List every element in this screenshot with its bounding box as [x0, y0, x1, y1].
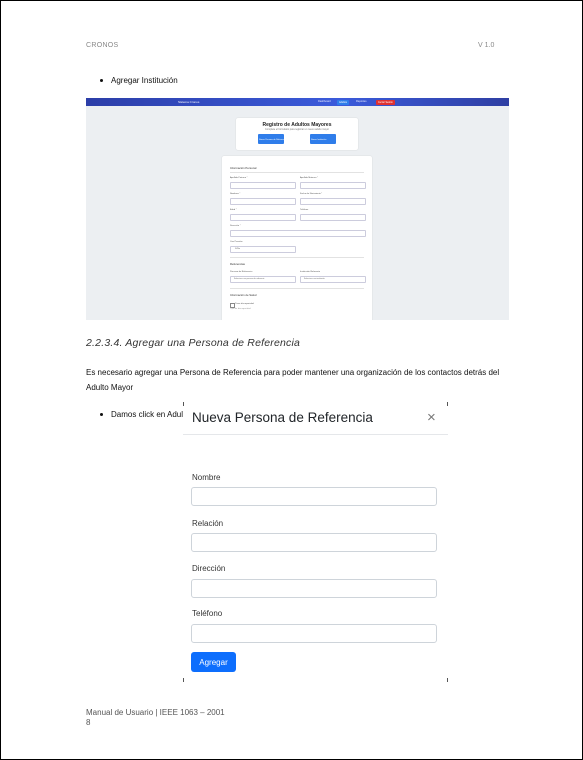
form-card: Información Personal Apellido Paterno * …: [222, 156, 372, 320]
telefono-label: Teléfono: [192, 609, 223, 618]
crop-mark: [183, 402, 184, 406]
nombre-input[interactable]: [191, 487, 437, 506]
body-paragraph: Es necesario agregar una Persona de Refe…: [86, 368, 500, 392]
card-subtitle: Complete el formulario para registrar un…: [265, 128, 329, 131]
field-label: Teléfono: [300, 209, 309, 211]
field-label: Apellido Paterno *: [230, 177, 248, 179]
nav-link-dashboard: Dashboard: [318, 100, 331, 103]
institution-select: Seleccione una institución: [300, 276, 366, 283]
bullet-item: Agregar Institución: [100, 76, 178, 85]
section-divider: [230, 288, 364, 289]
crop-mark: [447, 402, 448, 406]
section-personal: Información Personal: [230, 166, 257, 170]
field-input: [300, 214, 366, 221]
modal-screenshot: Nueva Persona de Referencia × Nombre Rel…: [183, 402, 448, 682]
bullet-text: Agregar Institución: [111, 76, 178, 85]
field-input: [230, 230, 366, 237]
navbar-brand: Sistema Cronos: [178, 100, 200, 104]
modal-title: Nueva Persona de Referencia: [192, 410, 373, 425]
section-divider: [230, 257, 364, 258]
field-input: [230, 182, 296, 189]
field-label: Fecha de Nacimiento *: [300, 193, 323, 195]
page-number: 8: [86, 718, 91, 727]
header-version: V 1.0: [478, 42, 495, 49]
header-card: Registro de Adultos Mayores Complete el …: [236, 118, 358, 150]
header-app-name: CRONOS: [86, 42, 119, 49]
bullet-dot-icon: [100, 413, 103, 417]
relacion-input[interactable]: [191, 533, 437, 552]
reference-select: Seleccione una persona de referencia: [230, 276, 296, 283]
new-reference-button-label: Nueva Persona de Referencia: [259, 139, 286, 141]
field-label: Persona de Referencia: [230, 271, 253, 273]
field-input: [230, 214, 296, 221]
field-input: [230, 198, 296, 205]
field-label: Apellido Materno *: [300, 177, 318, 179]
nav-link-adultos: Adultos: [337, 99, 349, 105]
new-reference-button: Nueva Persona de Referencia: [258, 134, 286, 144]
field-label: Dirección *: [230, 225, 241, 227]
institution-placeholder: Seleccione una institución: [304, 278, 325, 280]
direccion-input[interactable]: [191, 579, 437, 598]
field-label: Institución Referente: [300, 271, 321, 273]
field-input: [300, 182, 366, 189]
reference-placeholder: Seleccione una persona de referencia: [234, 278, 265, 280]
agregar-button[interactable]: Agregar: [191, 652, 236, 672]
field-label: Nombres *: [230, 193, 241, 195]
nav-link-reportes: Reportes: [356, 100, 367, 103]
bullet-dot-icon: [100, 79, 103, 83]
relacion-label: Relación: [192, 519, 224, 528]
close-icon[interactable]: ×: [427, 410, 436, 425]
field-label: Con Pensión: [230, 241, 243, 243]
logout-button: Cerrar Sesión: [376, 99, 395, 105]
crop-mark: [183, 678, 184, 682]
select-input: Sí/No: [230, 246, 296, 253]
crop-mark: [447, 678, 448, 682]
page-footer: Manual de Usuario | IEEE 1063 – 2001 8: [86, 708, 225, 728]
section-health: Información de Salud: [230, 293, 257, 297]
field-label: Edad *: [230, 209, 237, 211]
checkbox-label: Tiene discapacidad: [235, 303, 254, 305]
new-institution-button: Nueva Institución: [310, 134, 336, 144]
select-value: Sí/No: [235, 248, 241, 250]
new-institution-button-label: Nueva Institución: [311, 139, 327, 141]
telefono-input[interactable]: [191, 624, 437, 643]
nombre-label: Nombre: [192, 473, 221, 482]
help-text: Tipo de discapacidad: [230, 308, 251, 310]
modal-header-divider: [183, 434, 448, 435]
footer-text: Manual de Usuario | IEEE 1063 – 2001: [86, 708, 225, 717]
section-divider: [230, 172, 364, 173]
direccion-label: Dirección: [192, 564, 226, 573]
section-references: Referencias: [230, 262, 245, 266]
section-heading: 2.2.3.4. Agregar una Persona de Referenc…: [86, 337, 301, 349]
navbar: [86, 98, 509, 106]
field-input: [300, 198, 366, 205]
registration-screenshot: Sistema Cronos Dashboard Adultos Reporte…: [86, 98, 509, 320]
